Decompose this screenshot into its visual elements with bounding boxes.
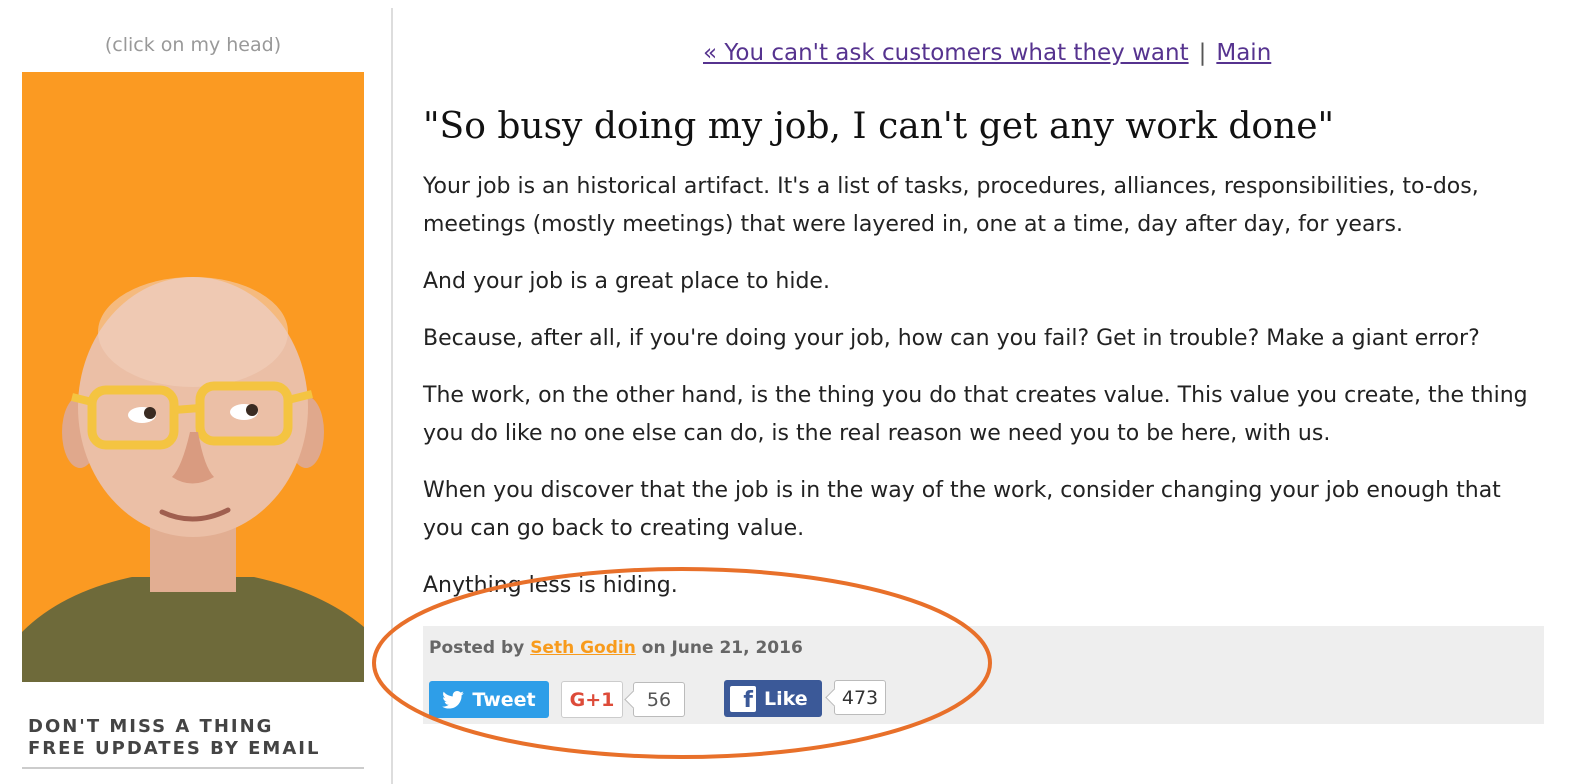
google-plus-label: G+1 (569, 688, 615, 711)
column-divider (391, 8, 393, 784)
post-footer: Posted by Seth Godin on June 21, 2016 Tw… (423, 626, 1544, 724)
nav-separator: | (1198, 40, 1207, 66)
facebook-icon: f (730, 685, 756, 712)
like-label: Like (764, 687, 808, 710)
posted-prefix: Posted by (429, 638, 525, 658)
post-paragraph: Your job is an historical artifact. It's… (423, 174, 1479, 237)
main-link[interactable]: Main (1216, 40, 1271, 66)
post-paragraph: Because, after all, if you're doing your… (423, 326, 1480, 351)
author-link[interactable]: Seth Godin (530, 638, 636, 658)
post-paragraph: And your job is a great place to hide. (423, 269, 830, 294)
signup-line-2: FREE UPDATES BY EMAIL (28, 738, 321, 759)
sidebar: (click on my head) DON'T MISS A THING FR… (0, 0, 392, 784)
previous-post-link[interactable]: « You can't ask customers what they want (703, 40, 1189, 66)
facebook-like-count: 473 (834, 680, 886, 715)
tweet-button[interactable]: Tweet (429, 681, 549, 718)
signup-divider (22, 767, 364, 769)
posted-date: on June 21, 2016 (641, 638, 803, 658)
twitter-bird-icon (442, 690, 465, 709)
post-paragraph: The work, on the other hand, is the thin… (423, 383, 1528, 446)
signup-line-1: DON'T MISS A THING (28, 716, 274, 737)
post-navigation: « You can't ask customers what they want… (703, 40, 1271, 66)
post-body: Your job is an historical artifact. It's… (423, 168, 1543, 624)
tweet-label: Tweet (472, 688, 536, 711)
click-hint: (click on my head) (104, 34, 282, 56)
post-title: "So busy doing my job, I can't get any w… (423, 106, 1335, 147)
google-plus-count-value: 56 (646, 688, 672, 711)
facebook-like-count-value: 473 (841, 686, 879, 709)
post-paragraph: When you discover that the job is in the… (423, 478, 1501, 541)
google-plus-count: 56 (633, 682, 685, 717)
author-portrait-illustration (22, 72, 364, 682)
google-plus-button[interactable]: G+1 (561, 681, 623, 718)
author-portrait[interactable] (22, 72, 364, 682)
email-signup-heading[interactable]: DON'T MISS A THING FREE UPDATES BY EMAIL (28, 716, 320, 760)
post-paragraph: Anything less is hiding. (423, 573, 678, 598)
facebook-like-button[interactable]: f Like (724, 680, 822, 717)
posted-by-line: Posted by Seth Godin on June 21, 2016 (429, 638, 803, 658)
